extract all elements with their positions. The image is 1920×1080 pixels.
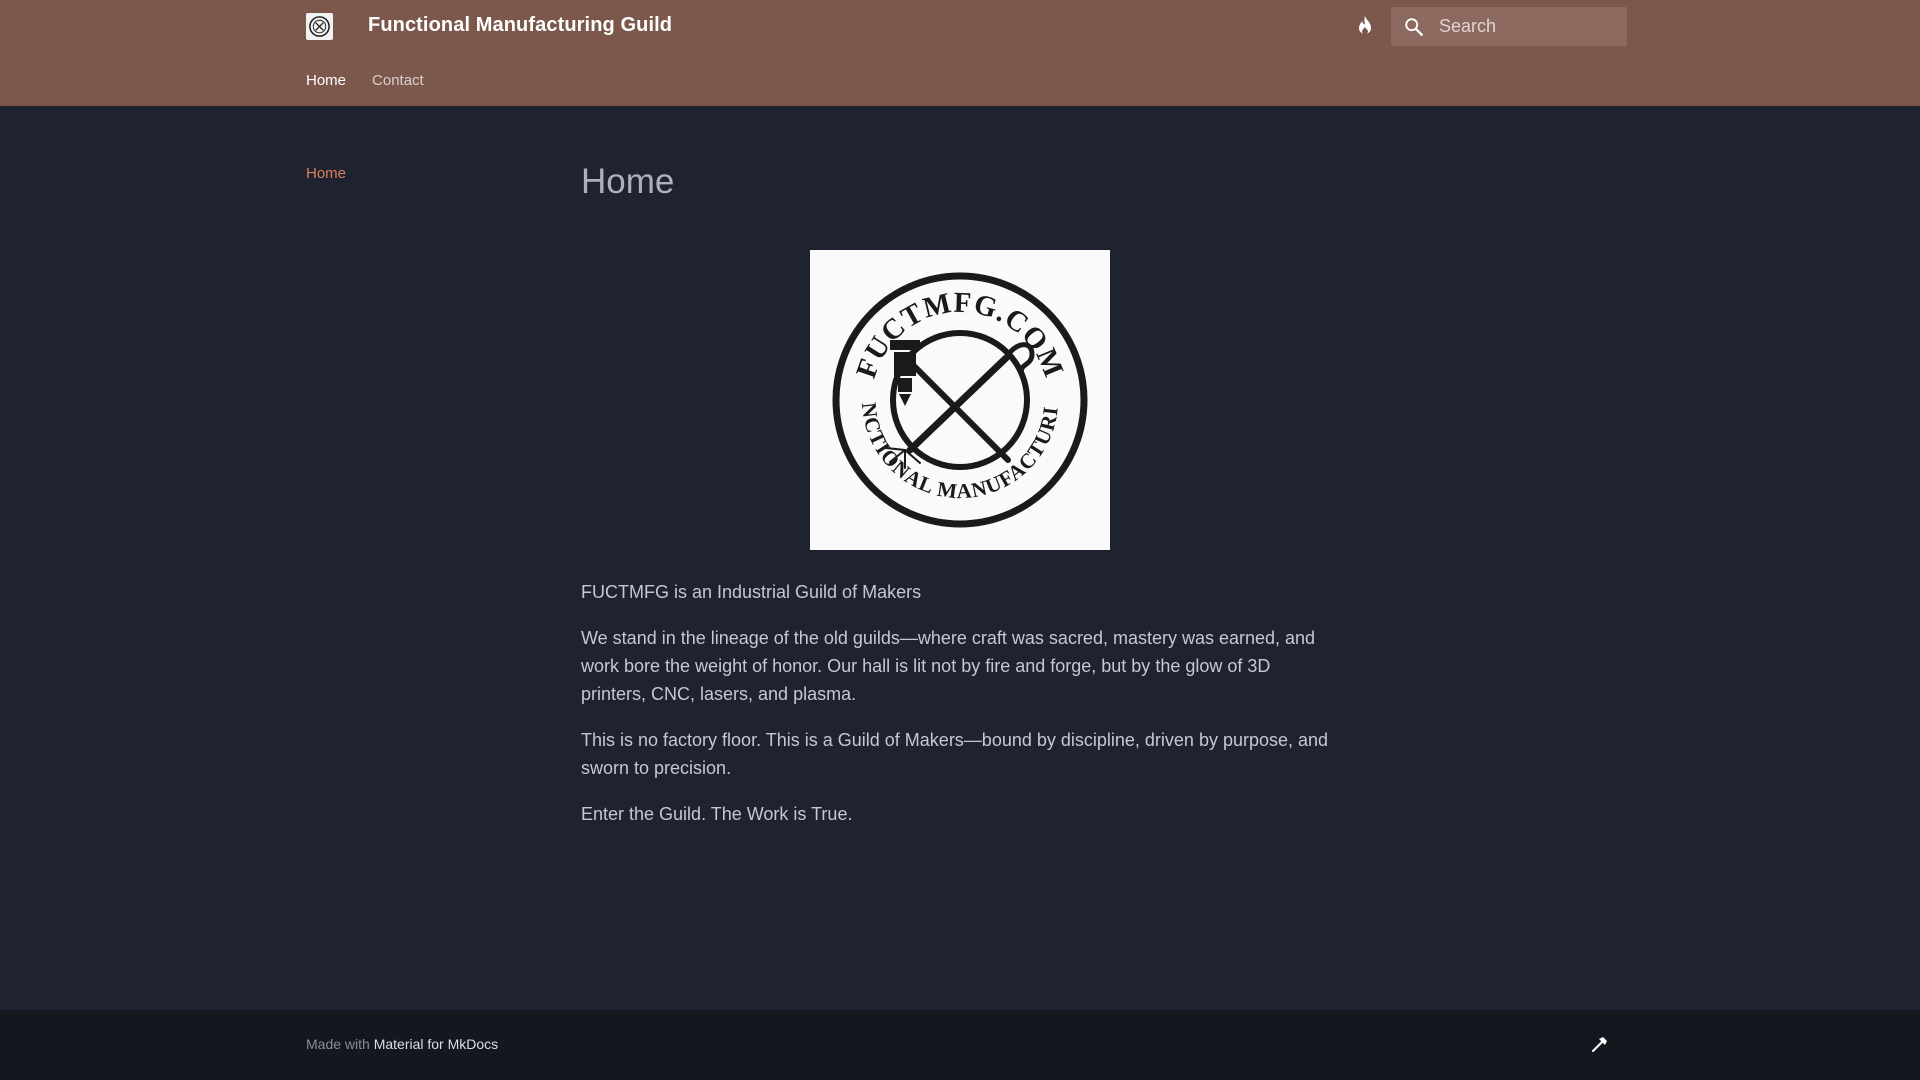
page-content: FUCTMFG is an Industrial Guild of Makers… [581, 578, 1331, 846]
hammer-icon[interactable] [1589, 1035, 1609, 1055]
search-box[interactable] [1391, 7, 1627, 46]
flame-icon[interactable] [1354, 14, 1376, 38]
guild-paragraph: This is no factory floor. This is a Guil… [581, 730, 1329, 778]
site-title[interactable]: Functional Manufacturing Guild [368, 14, 672, 37]
sidebar-item-home[interactable]: Home [306, 165, 346, 182]
page-title: Home [581, 162, 675, 201]
footer-credit: Made with Material for MkDocs [306, 1036, 498, 1052]
intro-paragraph: FUCTMFG is an Industrial Guild of Makers [581, 582, 922, 602]
material-mkdocs-link[interactable]: Material for MkDocs [374, 1036, 498, 1052]
header: Functional Manufacturing Guild Home Cont… [0, 0, 1920, 106]
footer: Made with Material for MkDocs [0, 1010, 1920, 1080]
search-icon [1405, 18, 1423, 36]
nav-tabs: Home Contact [306, 72, 424, 89]
closing-paragraph: Enter the Guild. The Work is True. [581, 804, 853, 824]
footer-made-with: Made with [306, 1036, 370, 1052]
tab-home[interactable]: Home [306, 72, 346, 89]
search-input[interactable] [1439, 7, 1619, 46]
guild-logo-image: FUCTMFG.COM FUNCTIONAL MANUFACTURING [801, 231, 1110, 550]
tab-contact[interactable]: Contact [372, 72, 424, 89]
guild-logo-icon[interactable] [306, 13, 333, 40]
lineage-paragraph: We stand in the lineage of the old guild… [581, 628, 1316, 704]
